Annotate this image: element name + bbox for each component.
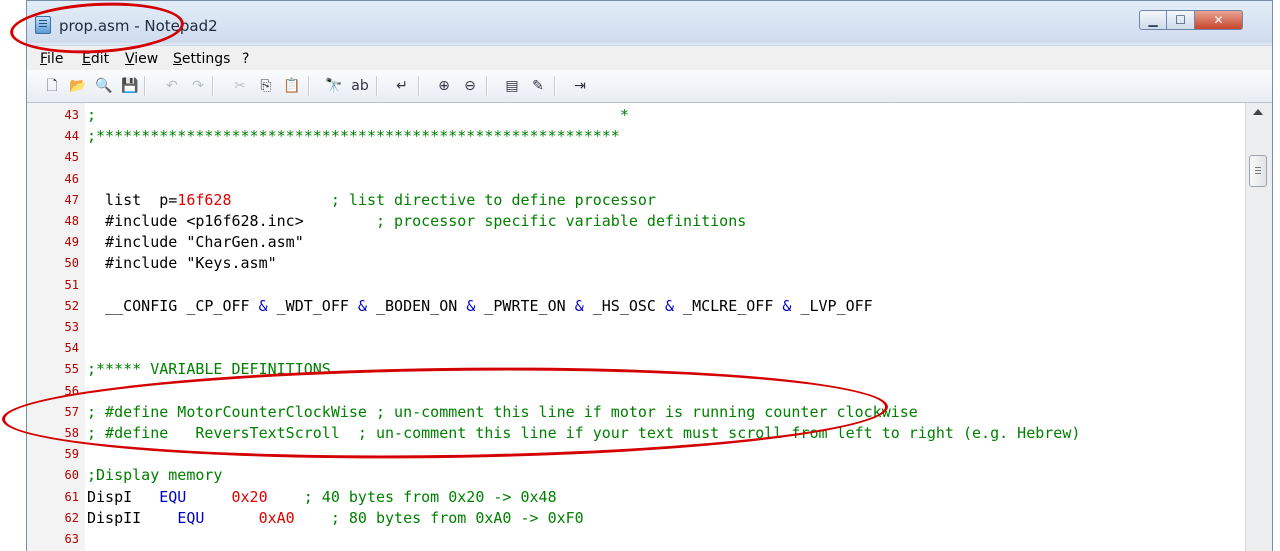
close-button[interactable]: ✕	[1195, 10, 1243, 30]
new-file-icon[interactable]: 🗋	[42, 76, 62, 96]
line-number: 53	[64, 320, 79, 334]
code-token: ;***************************************…	[87, 127, 620, 146]
code-token: #include "Keys.asm"	[87, 254, 277, 273]
code-token: DispII	[87, 508, 178, 527]
code-token: ; processor specific variable definition…	[303, 212, 747, 230]
title-bar[interactable]: prop.asm - Notepad2 ▁ ☐ ✕	[27, 1, 1272, 43]
scroll-up-arrow-icon[interactable]	[1253, 109, 1263, 115]
menu-help[interactable]: ?	[242, 51, 249, 67]
toolbar: 🗋 📂 🔍 💾 ↶ ↷ ✂ ⎘ 📋 🔭 ab ↵ ⊕ ⊖ ▤ ✎ ⇥	[27, 70, 1272, 103]
code-editor[interactable]: 43 ; * 44 ;********************************…	[27, 103, 1247, 551]
code-token: ; 80 bytes from 0xA0 -> 0xF0	[294, 508, 584, 527]
line-number: 50	[64, 256, 79, 271]
toolbar-separator	[486, 76, 488, 96]
line-number: 47	[64, 192, 79, 207]
line-code: #include <p16f628.inc> ; processor speci…	[87, 211, 746, 232]
toolbar-separator	[376, 76, 378, 96]
line-number: 54	[64, 341, 79, 356]
code-token: &	[574, 296, 584, 315]
code-token: ; *	[87, 106, 629, 124]
copy-icon[interactable]: ⎘	[256, 76, 276, 96]
open-file-icon[interactable]: 📂	[68, 76, 88, 96]
zoom-in-icon[interactable]: ⊕	[434, 76, 454, 96]
replace-icon[interactable]: ab	[350, 76, 370, 96]
line-code: DispI EQU 0x20 ; 40 bytes from 0x20 -> 0…	[87, 487, 557, 508]
code-token: 0xA0	[258, 508, 295, 527]
paste-icon[interactable]: 📋	[282, 76, 302, 96]
toolbar-separator	[212, 76, 214, 96]
code-token: &	[665, 296, 675, 315]
line-code: list p=16f628 ; list directive to define…	[87, 190, 656, 211]
minimize-button[interactable]: ▁	[1139, 10, 1167, 30]
line-number: 48	[64, 214, 79, 228]
code-token: #include <p16f628.inc>	[87, 212, 304, 230]
line-code: ;Display memory	[87, 465, 222, 486]
line-number: 55	[64, 362, 79, 377]
line-number: 61	[64, 489, 79, 504]
toolbar-separator	[308, 76, 310, 96]
line-number: 62	[64, 510, 79, 525]
code-token: EQU	[159, 487, 187, 506]
line-code: ; *	[87, 105, 629, 126]
zoom-out-icon[interactable]: ⊖	[460, 76, 480, 96]
notepad2-window: prop.asm - Notepad2 ▁ ☐ ✕ File Edit View…	[26, 0, 1273, 551]
scrollbar-thumb[interactable]	[1249, 155, 1267, 187]
code-token: 0x20	[231, 487, 268, 506]
code-token: &	[357, 296, 367, 315]
menu-file[interactable]: File	[40, 51, 63, 67]
find-icon[interactable]: 🔭	[324, 76, 344, 96]
line-number: 51	[64, 277, 79, 292]
code-token: _BODEN_ON	[366, 296, 467, 315]
browse-icon[interactable]: 🔍	[94, 76, 114, 96]
menu-settings[interactable]: Settings	[173, 51, 230, 67]
line-number: 46	[64, 171, 79, 186]
line-number: 44	[64, 129, 79, 144]
line-code: ;***************************************…	[87, 126, 620, 147]
line-number: 52	[64, 298, 79, 313]
menu-bar: File Edit View Settings ?	[27, 45, 1272, 70]
toolbar-separator	[554, 76, 556, 96]
code-token: EQU	[177, 508, 205, 527]
scheme-config-icon[interactable]: ✎	[528, 76, 548, 96]
code-token: #include "CharGen.asm"	[87, 233, 304, 252]
code-token: _WDT_OFF	[267, 296, 358, 315]
vertical-scrollbar[interactable]	[1245, 103, 1272, 551]
line-number: 45	[64, 150, 79, 165]
cut-icon[interactable]: ✂	[230, 76, 250, 96]
code-token: ;Display memory	[87, 466, 223, 485]
code-token: &	[466, 296, 476, 315]
code-token: _PWRTE_ON	[475, 296, 575, 315]
code-token: __CONFIG _CP_OFF	[87, 296, 259, 315]
line-code: #include "Keys.asm"	[87, 253, 277, 274]
toolbar-separator	[144, 76, 146, 96]
code-token: 16f628	[177, 190, 232, 209]
line-code: __CONFIG _CP_OFF & _WDT_OFF & _BODEN_ON …	[87, 296, 873, 317]
code-token: list p=	[87, 190, 178, 209]
menu-view[interactable]: View	[125, 51, 158, 67]
maximize-button[interactable]: ☐	[1167, 10, 1195, 30]
code-token: &	[258, 296, 268, 315]
line-code: DispII EQU 0xA0 ; 80 bytes from 0xA0 -> …	[87, 508, 584, 529]
code-token: _MCLRE_OFF	[674, 296, 783, 315]
toolbar-separator	[418, 76, 420, 96]
line-code: #include "CharGen.asm"	[87, 232, 304, 253]
code-token: DispI	[87, 487, 160, 506]
save-icon[interactable]: 💾	[120, 76, 140, 96]
redo-icon[interactable]: ↷	[188, 76, 208, 96]
code-token: ; list directive to define processor	[231, 190, 656, 209]
line-number: 59	[64, 447, 79, 462]
line-number: 43	[64, 108, 79, 122]
undo-icon[interactable]: ↶	[162, 76, 182, 96]
code-token: _LVP_OFF	[791, 296, 873, 315]
code-token: ; 40 bytes from 0x20 -> 0x48	[267, 487, 557, 506]
line-number: 49	[64, 235, 79, 250]
exit-icon[interactable]: ⇥	[570, 76, 590, 96]
line-number: 63	[64, 532, 79, 546]
word-wrap-icon[interactable]: ↵	[392, 76, 412, 96]
line-number: 60	[64, 468, 79, 483]
code-token: _HS_OSC	[583, 296, 665, 315]
scheme-icon[interactable]: ▤	[502, 76, 522, 96]
